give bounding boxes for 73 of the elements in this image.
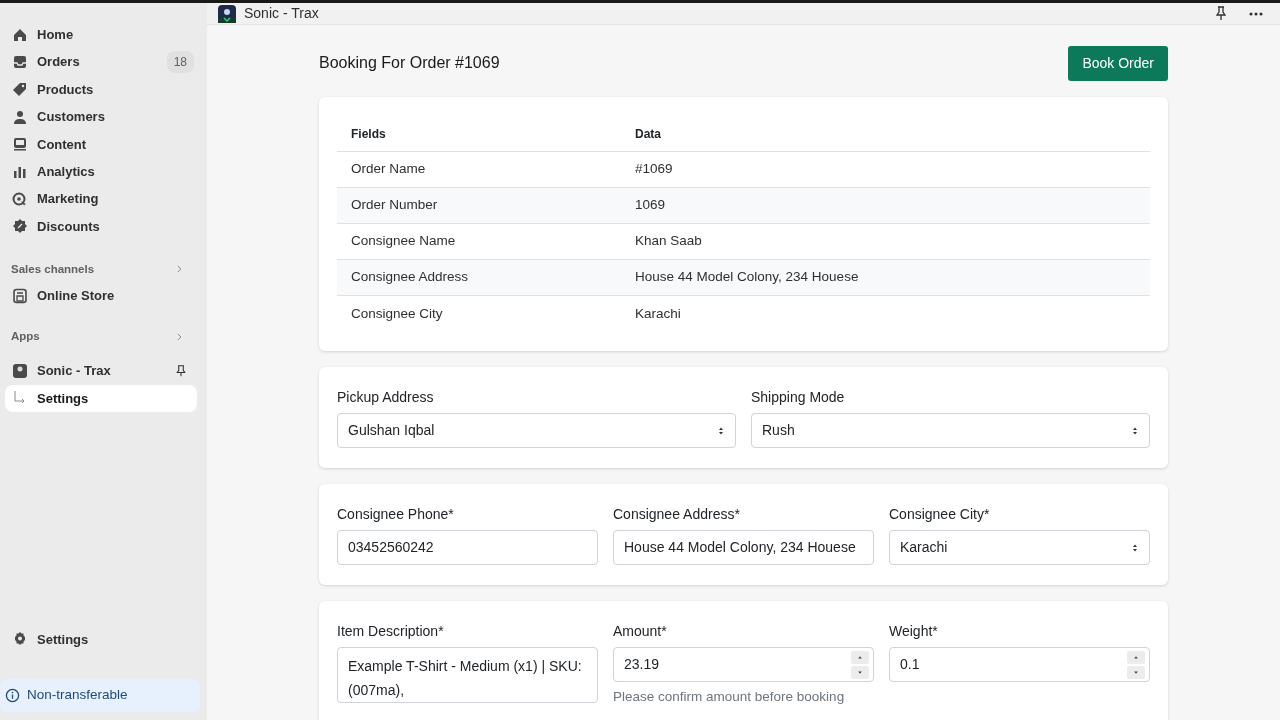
inbox-icon (12, 54, 28, 71)
table-cell-text: Consignee Name (350, 232, 457, 251)
input-field[interactable]: 03452560242 (337, 530, 598, 565)
app-logo-icon (12, 363, 28, 380)
gear-icon (12, 631, 28, 648)
nav-item[interactable]: Orders (5, 48, 167, 76)
input-field[interactable]: House 44 Model Colony, 234 Houese (613, 530, 874, 565)
caret-up-icon (857, 654, 863, 660)
nav-item[interactable]: Customers (5, 103, 194, 131)
field-label: Consignee Address* (613, 505, 741, 524)
caret-down-icon (1133, 669, 1139, 675)
nav-item[interactable]: Online Store (5, 282, 202, 310)
nav-item[interactable]: Settings (5, 625, 202, 653)
text-area[interactable]: Example T-Shirt - Medium (x1) | SKU: (007ma), (337, 647, 598, 703)
field-label: Amount* (613, 622, 668, 641)
table-cell-text: Order Number (350, 196, 439, 215)
table-cell-text: House 44 Model Colony, 234 Houese (635, 268, 860, 287)
stepper-down-button[interactable] (1127, 665, 1145, 679)
number-field[interactable]: 0.1 (889, 647, 1150, 682)
chevron-right-icon (174, 331, 184, 342)
caret-up-icon (1133, 654, 1139, 660)
select-field[interactable]: Gulshan Iqbal (337, 413, 736, 448)
app-title: Sonic - Trax (244, 4, 319, 23)
field-label: Consignee City* (889, 505, 991, 524)
nav-item[interactable]: Settings (5, 384, 197, 413)
stepper-down-button[interactable] (851, 665, 869, 679)
storefront-icon (12, 287, 28, 304)
target-icon (12, 191, 28, 208)
table-cell-text: Khan Saab (635, 232, 703, 251)
field-label: Pickup Address (337, 388, 435, 407)
table-cell-text: Consignee City (350, 304, 444, 323)
stepper-up-button[interactable] (851, 650, 869, 664)
info-icon (5, 688, 20, 703)
notice-text: Non-transferable (27, 686, 128, 705)
nav-item[interactable]: Products (5, 75, 194, 104)
table-cell-text: #1069 (635, 160, 674, 179)
image-icon (12, 136, 28, 153)
nav-item[interactable]: Content (5, 130, 194, 158)
table-cell-text: 1069 (635, 196, 667, 215)
house-icon (12, 26, 28, 43)
field-label: Consignee Phone* (337, 505, 455, 524)
field-label: Shipping Mode (751, 388, 846, 407)
select-field[interactable]: Rush (751, 413, 1150, 448)
count-badge: 18 (166, 51, 194, 74)
person-icon (12, 108, 28, 125)
nav-item[interactable]: Analytics (5, 157, 194, 186)
stepper-up-button[interactable] (1127, 650, 1145, 664)
book-order-button[interactable]: Book Order (1068, 45, 1168, 81)
discount-icon (12, 218, 28, 235)
field-label: Item Description* (337, 622, 445, 641)
table-cell-text: Consignee Address (350, 268, 470, 287)
nav-item[interactable]: Discounts (5, 212, 194, 241)
chevron-right-icon (174, 264, 184, 275)
column-header: Data (635, 125, 662, 143)
help-text: Please confirm amount before booking (613, 688, 846, 706)
tag-icon (12, 81, 28, 98)
page-title: Booking For Order #1069 (319, 53, 500, 73)
section-heading: Sales channels (11, 261, 95, 277)
field-label: Weight* (889, 622, 939, 641)
app-logo-icon (218, 4, 236, 23)
caret-down-icon (857, 669, 863, 675)
table-cell-text: Order Name (350, 160, 427, 179)
table-cell-text: Karachi (635, 304, 682, 323)
number-field[interactable]: 23.19 (613, 647, 874, 682)
pin-icon[interactable] (1215, 6, 1227, 21)
more-icon[interactable] (1249, 11, 1263, 16)
nav-item[interactable]: Marketing (5, 185, 194, 213)
app-name[interactable]: Sonic - Trax (37, 361, 166, 381)
column-header: Fields (350, 125, 387, 143)
pin-icon (175, 364, 187, 379)
nav-item[interactable]: Home (5, 21, 194, 49)
section-heading: Apps (11, 328, 40, 344)
select-field[interactable]: Karachi (889, 530, 1150, 565)
